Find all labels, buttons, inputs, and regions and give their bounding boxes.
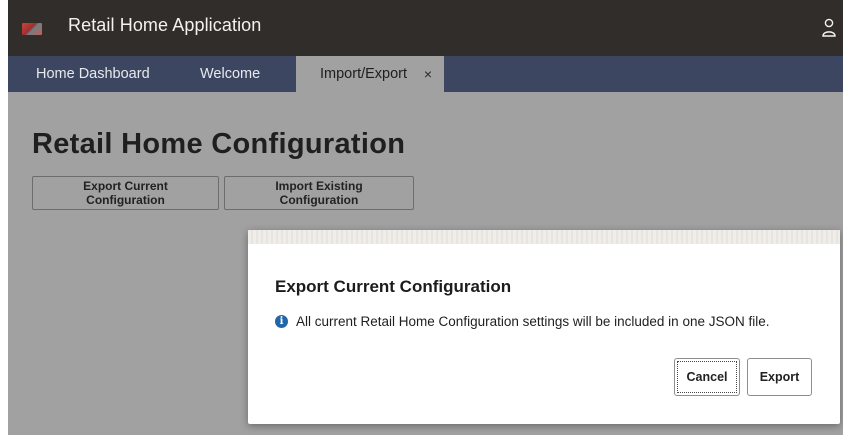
info-icon: i [275,315,288,328]
app-logo-icon [22,23,42,35]
dialog-message: All current Retail Home Configuration se… [296,314,770,329]
tab-welcome[interactable]: Welcome [200,56,260,92]
close-icon[interactable]: × [424,56,432,92]
tab-label: Import/Export [320,66,408,82]
dialog-drag-handle[interactable] [248,230,840,244]
export-dialog: Export Current Configuration i All curre… [248,230,840,424]
tab-home-dashboard[interactable]: Home Dashboard [36,56,150,92]
tab-import-export[interactable]: Import/Export × [296,56,444,92]
export-current-configuration-button[interactable]: Export Current Configuration [32,176,219,210]
user-icon[interactable] [821,18,837,38]
page-title: Retail Home Configuration [32,128,406,160]
tab-bar: Home Dashboard Welcome Import/Export × [8,56,843,92]
dialog-title: Export Current Configuration [275,277,512,296]
import-existing-configuration-button[interactable]: Import Existing Configuration [224,176,414,210]
cancel-button[interactable]: Cancel [674,358,740,396]
app-window: Retail Home Application Home Dashboard W… [0,0,843,435]
export-button[interactable]: Export [747,358,812,396]
app-header: Retail Home Application [8,0,843,56]
tab-label: Home Dashboard [36,66,150,82]
app-title: Retail Home Application [68,15,262,35]
tab-label: Welcome [200,66,261,82]
